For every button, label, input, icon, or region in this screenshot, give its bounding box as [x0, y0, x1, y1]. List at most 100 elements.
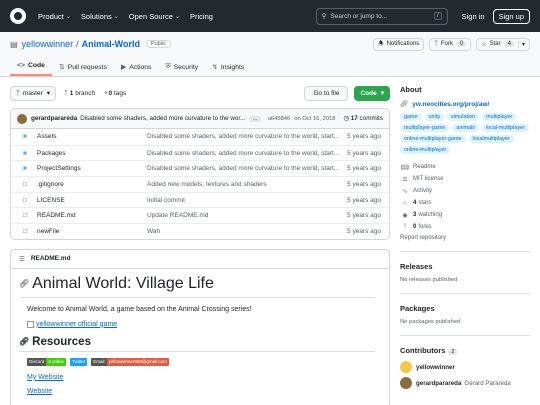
fork-button[interactable]: ᛉ Fork 0	[429, 37, 472, 51]
my-website-link[interactable]: My Website	[27, 374, 375, 381]
table-row[interactable]: □ README.md Update README.md 5 years ago	[11, 207, 389, 223]
file-commit-message-link[interactable]: Added new models, textures and shaders	[147, 181, 342, 188]
topic-tag[interactable]: local-multiplayer	[481, 124, 529, 132]
chevron-down-icon[interactable]: ▾	[517, 40, 525, 48]
contributor-item[interactable]: yellowwinner	[400, 361, 530, 373]
tab-insights[interactable]: ↯ Insights	[205, 63, 251, 76]
file-commit-message-link[interactable]: Wah	[147, 228, 342, 235]
commits-history-link[interactable]: ◷ 17 commits	[344, 115, 383, 122]
branch-select-button[interactable]: ᛉ master ▾	[10, 85, 57, 101]
stat-eye[interactable]: ◉ 3 watching	[400, 209, 530, 221]
search-placeholder: Search or jump to...	[330, 12, 388, 20]
shield-icon: ⛨	[165, 63, 171, 70]
tab-actions[interactable]: ▶ Actions	[114, 63, 159, 76]
file-commit-message-link[interactable]: Disabled some shaders, added more curvat…	[147, 133, 342, 140]
shield-badge[interactable]: Discord 3 online	[27, 357, 67, 366]
topic-tag[interactable]: animals	[452, 124, 479, 132]
file-name-link[interactable]: Packages	[37, 150, 147, 157]
repo-name-link[interactable]: Animal-World	[82, 39, 140, 49]
tab-pull-requests[interactable]: ⇅ Pull requests	[52, 63, 114, 76]
stat-star[interactable]: ☆ 4 stars	[400, 197, 530, 209]
go-to-file-button[interactable]: Go to file	[304, 85, 349, 101]
report-repository-link[interactable]: Report repository	[400, 235, 530, 241]
file-commit-message-link[interactable]: Initial commit	[147, 197, 342, 204]
file-name-link[interactable]: Assets	[37, 133, 147, 140]
link-icon[interactable]: 🔗︎	[19, 279, 29, 288]
website-link[interactable]: Website	[27, 388, 375, 395]
list-icon[interactable]: ☰	[19, 255, 25, 263]
topic-tag[interactable]: multiplayer-game	[400, 124, 450, 132]
file-name-link[interactable]: README.md	[37, 212, 147, 219]
file-commit-message-link[interactable]: Disabled some shaders, added more curvat…	[147, 165, 342, 172]
stat-value: 4	[413, 200, 417, 206]
file-name-link[interactable]: LICENSE	[37, 197, 147, 204]
topic-tag[interactable]: online-multiplayer-game	[400, 135, 466, 143]
topic-tag[interactable]: online-multiplayer	[400, 146, 451, 154]
file-name-link[interactable]: ProjectSettings	[37, 165, 147, 172]
shield-right: 3 online	[46, 357, 67, 366]
commit-author-link[interactable]: gerardparareda	[31, 115, 77, 122]
history-icon: ◷	[343, 115, 350, 122]
table-row[interactable]: ■ ProjectSettings Disabled some shaders, a…	[11, 160, 389, 176]
topic-tag[interactable]: simulation	[446, 113, 480, 121]
nav-open-source[interactable]: Open Source ⌄	[129, 12, 180, 21]
shield-badge[interactable]: Email yellowwinner888@gmail.com	[91, 357, 169, 366]
table-row[interactable]: □ LICENSE Initial commit 5 years ago	[11, 191, 389, 208]
table-row[interactable]: □ .gitignore Added new models, textures an…	[11, 176, 389, 192]
nav-solutions[interactable]: Solutions ⌄	[81, 12, 119, 21]
tab-code[interactable]: <> Code	[10, 62, 52, 76]
stat-pulse[interactable]: ∿ Activity	[400, 185, 530, 197]
website-link[interactable]: 🔗︎ yw.neocities.org/proj/aw/	[400, 100, 530, 109]
tags-link[interactable]: ⚬0 tags	[103, 89, 126, 97]
avatar[interactable]	[17, 113, 27, 124]
sign-up-button[interactable]: Sign up	[492, 8, 530, 24]
notifications-button[interactable]: 🕭 Notifications	[373, 37, 425, 51]
file-name-link[interactable]: .gitignore	[37, 181, 147, 188]
stat-fork[interactable]: ᛉ 0 forks	[400, 221, 530, 233]
topic-tag[interactable]: unity	[424, 113, 444, 121]
file-commit-message-link[interactable]: Update README.md	[147, 212, 342, 219]
nav-pricing[interactable]: Pricing	[190, 12, 213, 21]
file-name-link[interactable]: newFile	[37, 228, 147, 235]
sign-in-link[interactable]: Sign in	[462, 12, 485, 21]
table-row[interactable]: □ newFile Wah 5 years ago	[11, 223, 389, 239]
contributor-item[interactable]: gerardparareda Gerard Parareda	[400, 377, 530, 389]
topic-tag[interactable]: multiplayer	[482, 113, 517, 121]
commit-expand-button[interactable]: …	[249, 115, 261, 122]
file-icon: □	[23, 212, 27, 220]
table-row[interactable]: ■ Assets Disabled some shaders, added more…	[11, 129, 389, 145]
search-input[interactable]: ⚲ Search or jump to... /	[315, 7, 448, 25]
stat-book[interactable]: 📖︎ Readme	[400, 161, 530, 173]
law-icon: ⚖	[402, 176, 408, 183]
stat-law[interactable]: ⚖ MIT license	[400, 173, 530, 185]
topic-tag[interactable]: game	[400, 113, 422, 121]
stat-value: 0	[413, 224, 417, 230]
nav-product[interactable]: Product ⌄	[38, 12, 71, 21]
shield-badge[interactable]: Twitter	[70, 357, 88, 366]
link-icon[interactable]: 🔗︎	[19, 337, 29, 346]
graph-icon: ↯	[212, 64, 218, 71]
tab-security[interactable]: ⛨ Security	[158, 63, 205, 76]
chevron-down-icon: ▾	[46, 90, 51, 97]
commit-message-link[interactable]: Disabled some shaders, added more curvat…	[80, 115, 245, 122]
folder-icon: ■	[23, 165, 27, 173]
code-dropdown-button[interactable]: Code ▾	[354, 85, 390, 101]
github-logo-icon[interactable]	[10, 8, 26, 24]
repo-owner-link[interactable]: yellowwinner	[22, 39, 74, 49]
avatar[interactable]	[400, 361, 412, 373]
chevron-down-icon: ⌄	[65, 13, 71, 20]
commit-sha-link[interactable]: a645846	[268, 116, 291, 122]
repo-tabs: <> Code ⇅ Pull requests ▶ Actions ⛨ Security…	[10, 56, 530, 76]
stat-label: forks	[418, 224, 432, 230]
table-row[interactable]: ■ Packages Disabled some shaders, added mo…	[11, 144, 389, 161]
topic-tag[interactable]: localmultiplayer	[468, 135, 514, 143]
contributors-heading[interactable]: Contributors 2	[400, 346, 530, 355]
releases-heading[interactable]: Releases	[400, 262, 530, 271]
packages-heading[interactable]: Packages	[400, 304, 530, 313]
branches-link[interactable]: ᛉ 1 branch	[64, 90, 95, 97]
avatar[interactable]	[400, 377, 412, 389]
star-button[interactable]: ☆ Star 4 ▾	[476, 37, 530, 51]
file-commit-message-link[interactable]: Disabled some shaders, added more curvat…	[147, 150, 342, 157]
notifications-label: Notifications	[386, 41, 420, 47]
readme-image-link[interactable]: yellowwinner official game	[27, 320, 375, 328]
